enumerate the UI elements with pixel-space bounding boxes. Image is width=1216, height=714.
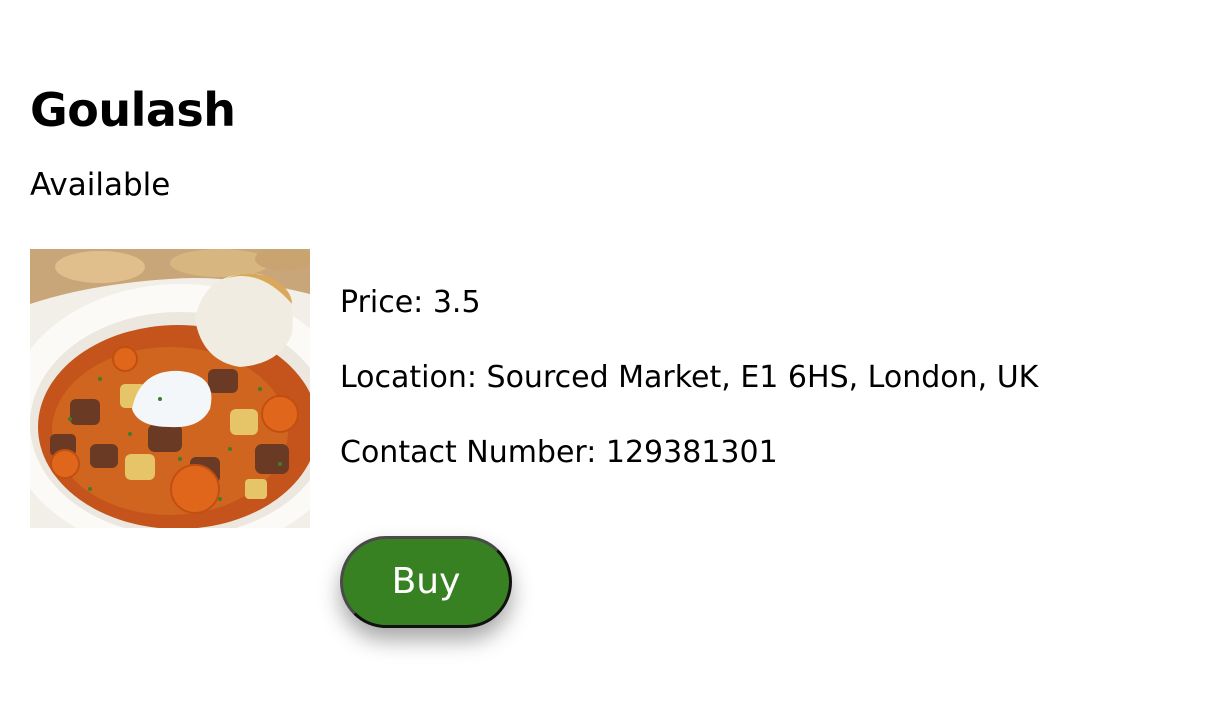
product-image bbox=[30, 249, 310, 528]
buy-button[interactable]: Buy bbox=[340, 536, 512, 628]
price-text: Price: 3.5 bbox=[340, 285, 481, 320]
availability-status: Available bbox=[30, 167, 171, 203]
contact-number-text: Contact Number: 129381301 bbox=[340, 435, 778, 470]
product-page: Goulash Available Price: 3.5 Location: S… bbox=[0, 0, 1216, 714]
product-title: Goulash bbox=[30, 83, 236, 137]
location-text: Location: Sourced Market, E1 6HS, London… bbox=[340, 360, 1039, 395]
